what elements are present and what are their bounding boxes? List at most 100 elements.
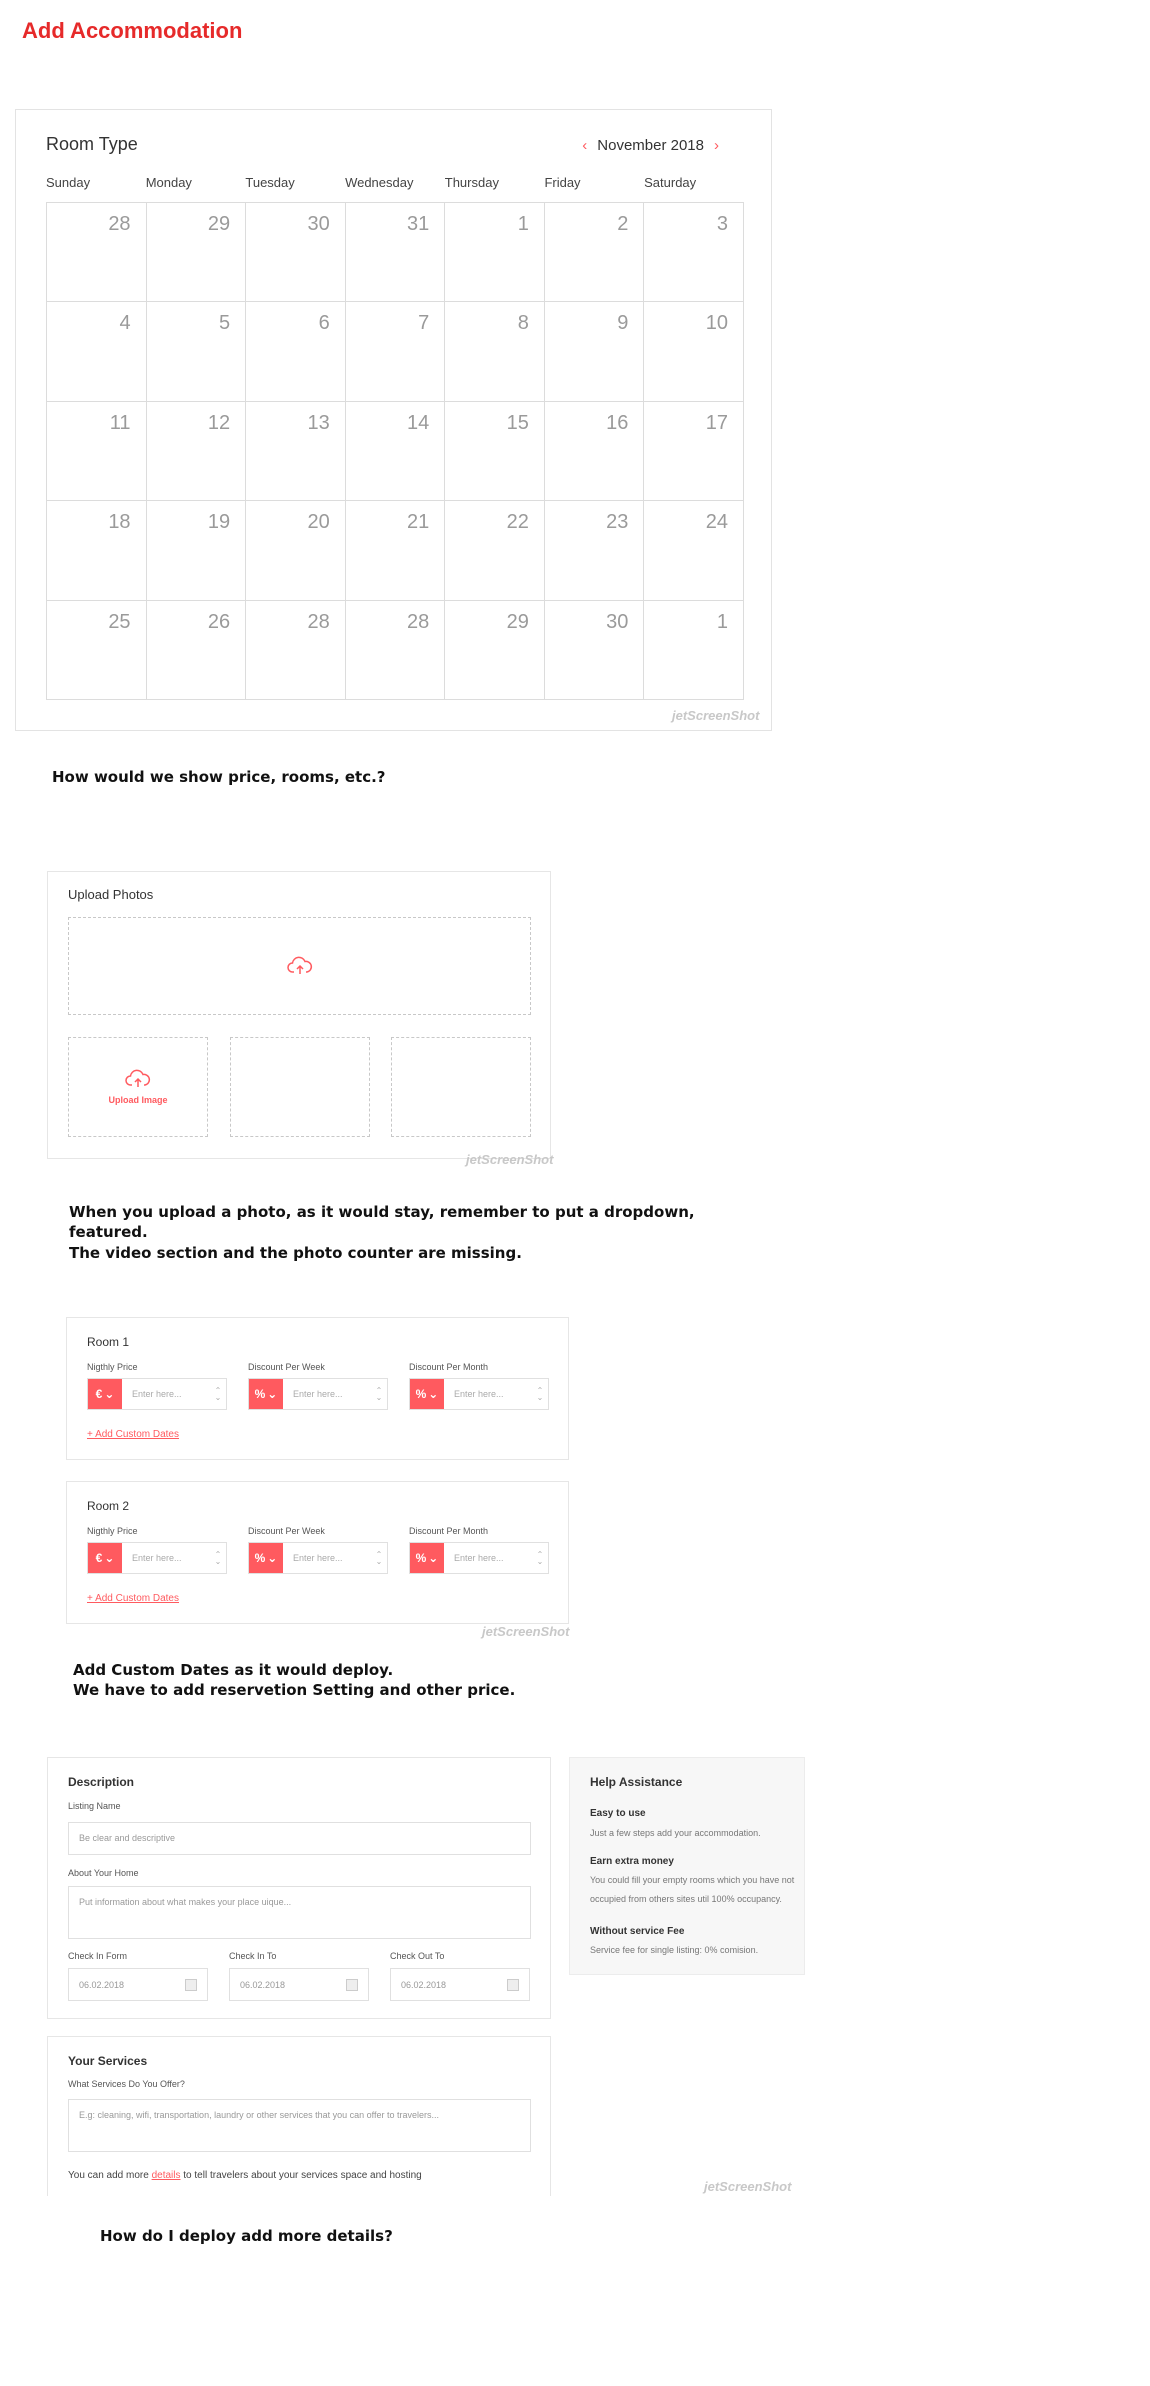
week-discount-input[interactable]: Enter here...	[283, 1389, 371, 1399]
listing-name-input[interactable]: Be clear and descriptive	[68, 1822, 531, 1855]
calendar-day-cell[interactable]: 30	[246, 203, 346, 303]
month-discount-input[interactable]: Enter here...	[444, 1389, 532, 1399]
calendar-day-cell[interactable]: 26	[146, 600, 247, 700]
calendar-day-cell[interactable]: 4	[47, 302, 147, 402]
add-custom-dates-link[interactable]: + Add Custom Dates	[87, 1593, 179, 1604]
calendar-day-cell[interactable]: 7	[345, 302, 446, 402]
checkin-from-input[interactable]: 06.02.2018	[68, 1968, 208, 2001]
services-title: Your Services	[68, 2054, 148, 2068]
nightly-price-label: Nigthly Price	[87, 1526, 138, 1536]
upload-image-label: Upload Image	[108, 1095, 168, 1105]
calendar-day-cell[interactable]: 14	[345, 401, 446, 502]
calendar-day-cell[interactable]: 20	[246, 501, 346, 601]
currency-dropdown[interactable]: € ⌄	[88, 1379, 122, 1409]
nightly-price-input[interactable]: Enter here...	[122, 1553, 210, 1563]
image-slot[interactable]	[230, 1037, 370, 1137]
calendar-day-cell[interactable]: 16	[544, 401, 645, 502]
unit-dropdown[interactable]: % ⌄	[249, 1379, 283, 1409]
calendar-day-cell[interactable]: 28	[246, 600, 346, 700]
upload-dropzone[interactable]	[68, 917, 531, 1015]
percent-icon: %	[254, 1387, 266, 1401]
calendar-day-cell[interactable]: 3	[644, 203, 744, 303]
unit-dropdown[interactable]: % ⌄	[249, 1543, 283, 1573]
calendar-day-cell[interactable]: 10	[644, 302, 744, 402]
calendar-icon[interactable]	[507, 1978, 519, 1991]
more-details-suffix: to tell travelers about your services sp…	[180, 2170, 422, 2181]
about-home-textarea[interactable]: Put information about what makes your pl…	[68, 1886, 531, 1939]
calendar-day-cell[interactable]: 28	[345, 600, 446, 700]
stepper-icon[interactable]: ⌃ ⌄	[532, 1387, 548, 1402]
stepper-icon[interactable]: ⌃ ⌄	[210, 1551, 226, 1566]
calendar-day-cell[interactable]: 15	[445, 401, 545, 502]
help-item-text: Service fee for single listing: 0% comis…	[590, 1945, 759, 1955]
calendar-month-label: November 2018	[597, 137, 704, 154]
calendar-day-cell[interactable]: 19	[146, 501, 247, 601]
calendar-day-cell[interactable]: 18	[47, 501, 147, 601]
help-title: Help Assistance	[590, 1775, 683, 1789]
calendar-icon[interactable]	[185, 1978, 197, 1991]
calendar-day-cell[interactable]: 9	[544, 302, 645, 402]
month-discount-label: Discount Per Month	[409, 1526, 489, 1536]
calendar-day-cell[interactable]: 24	[644, 501, 744, 601]
chevron-left-icon[interactable]: ‹	[582, 137, 587, 154]
calendar-day-cell[interactable]: 12	[146, 401, 247, 502]
calendar-day-cell[interactable]: 31	[345, 203, 446, 303]
calendar-day-number: 10	[705, 312, 728, 335]
calendar-day-cell[interactable]: 5	[146, 302, 247, 402]
month-discount-input[interactable]: Enter here...	[444, 1553, 532, 1563]
date-value: 06.02.2018	[240, 1979, 286, 1990]
stepper-icon[interactable]: ⌃ ⌄	[371, 1551, 387, 1566]
calendar-day-cell[interactable]: 1	[445, 203, 545, 303]
calendar-day-cell[interactable]: 13	[246, 401, 346, 502]
upload-image-slot[interactable]: Upload Image	[68, 1037, 208, 1137]
calendar-day-cell[interactable]: 17	[644, 401, 744, 502]
calendar-day-number: 2	[617, 213, 629, 235]
nightly-price-input[interactable]: Enter here...	[122, 1389, 210, 1399]
calendar-day-cell[interactable]: 8	[445, 302, 545, 402]
calendar-day-number: 1	[716, 610, 728, 633]
checkout-to-input[interactable]: 06.02.2018	[390, 1968, 530, 2001]
weekday-header: Sunday Monday Tuesday Wednesday Thursday…	[46, 175, 744, 190]
calendar-day-number: 8	[517, 312, 529, 335]
add-custom-dates-link[interactable]: + Add Custom Dates	[87, 1429, 179, 1440]
watermark: jetScreenShot	[466, 1152, 554, 1167]
services-textarea[interactable]: E.g: cleaning, wifi, transportation, lau…	[68, 2099, 531, 2152]
chevron-right-icon[interactable]: ›	[714, 137, 719, 154]
note-line: When you upload a photo, as it would sta…	[69, 1203, 695, 1221]
details-link[interactable]: details	[152, 2170, 181, 2181]
help-item-title: Without service Fee	[590, 1926, 685, 1937]
help-item-title: Earn extra money	[590, 1856, 674, 1867]
calendar-icon[interactable]	[346, 1978, 358, 1991]
calendar-day-cell[interactable]: 23	[544, 501, 645, 601]
weekday-label: Sunday	[46, 175, 91, 190]
calendar-day-cell[interactable]: 1	[644, 600, 744, 700]
checkin-to-input[interactable]: 06.02.2018	[229, 1968, 369, 2001]
calendar-day-cell[interactable]: 25	[47, 600, 147, 700]
calendar-day-cell[interactable]: 22	[445, 501, 545, 601]
calendar-day-cell[interactable]: 6	[246, 302, 346, 402]
calendar-day-number: 25	[108, 610, 131, 633]
calendar-day-cell[interactable]: 29	[146, 203, 247, 303]
calendar-day-cell[interactable]: 29	[445, 600, 545, 700]
calendar-day-cell[interactable]: 21	[345, 501, 446, 601]
more-details-text: You can add more details to tell travele…	[68, 2170, 422, 2181]
calendar-day-number: 11	[109, 411, 131, 434]
unit-dropdown[interactable]: % ⌄	[410, 1543, 444, 1573]
calendar-day-number: 23	[606, 511, 629, 534]
stepper-icon[interactable]: ⌃ ⌄	[210, 1387, 226, 1402]
image-slot[interactable]	[391, 1037, 531, 1137]
unit-dropdown[interactable]: % ⌄	[410, 1379, 444, 1409]
calendar-day-cell[interactable]: 30	[544, 600, 645, 700]
chevron-down-icon: ⌄	[428, 1387, 439, 1401]
calendar-day-cell[interactable]: 11	[47, 401, 147, 502]
stepper-icon[interactable]: ⌃ ⌄	[371, 1387, 387, 1402]
comment-note: Add Custom Dates as it would deploy. We …	[73, 1660, 515, 1701]
currency-dropdown[interactable]: € ⌄	[88, 1543, 122, 1573]
stepper-icon[interactable]: ⌃ ⌄	[532, 1551, 548, 1566]
room-title: Room 1	[87, 1335, 130, 1349]
calendar-day-cell[interactable]: 28	[47, 203, 147, 303]
calendar-day-cell[interactable]: 2	[544, 203, 645, 303]
calendar-day-number: 20	[307, 511, 330, 534]
week-discount-input[interactable]: Enter here...	[283, 1553, 371, 1563]
note-line: featured.	[69, 1223, 148, 1242]
